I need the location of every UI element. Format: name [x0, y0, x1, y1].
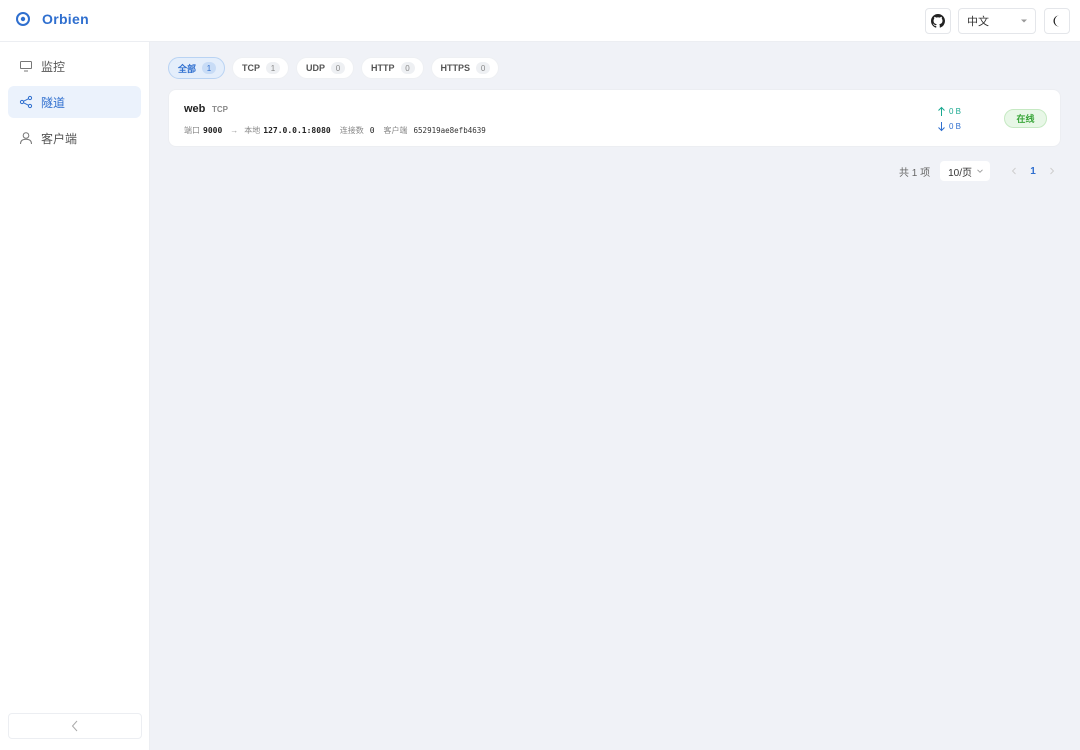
arrow-down-icon: [938, 122, 945, 132]
sidebar-item-clients[interactable]: 客户端: [8, 122, 141, 154]
sidebar-nav: 监控 隧道 客户端: [0, 42, 149, 154]
tunnel-meta: 端口 9000 → 本地 127.0.0.1:8080 连接数 0 客户端 65…: [184, 125, 486, 136]
filter-count: 0: [331, 62, 346, 74]
prev-page-button[interactable]: [1006, 161, 1022, 181]
upload-stat: 0 B: [937, 104, 961, 119]
sidebar: 监控 隧道 客户端: [0, 42, 150, 750]
chevron-left-icon: [71, 720, 78, 732]
chevron-down-icon: [977, 169, 983, 173]
sidebar-item-label: 隧道: [41, 95, 66, 110]
filter-count: 1: [202, 62, 217, 74]
theme-toggle-button[interactable]: [1044, 8, 1070, 34]
client-id: 652919ae8efb4639: [413, 126, 486, 135]
moon-icon: [1053, 15, 1059, 27]
page-number-current[interactable]: 1: [1022, 166, 1044, 177]
connections-label: 连接数: [339, 126, 364, 135]
filter-label: 全部: [178, 63, 197, 74]
share-icon: [19, 95, 33, 109]
client-label: 客户端: [383, 126, 408, 135]
language-select[interactable]: 中文: [958, 8, 1036, 34]
local-address: 127.0.0.1:8080: [263, 126, 331, 135]
page-size-select[interactable]: 10/页: [940, 161, 990, 181]
pagination: 共 1 项 10/页 1: [899, 161, 1060, 181]
protocol-filter-bar: 全部 1 TCP 1 UDP 0 HTTP 0 HTTPS 0: [168, 57, 506, 79]
chevron-right-icon: [1050, 167, 1055, 175]
tunnel-card[interactable]: web TCP 端口 9000 → 本地 127.0.0.1:8080 连接数 …: [168, 89, 1061, 147]
port-label: 端口: [184, 126, 200, 135]
status-badge: 在线: [1004, 109, 1047, 128]
filter-count: 0: [400, 62, 415, 74]
top-bar: Orbien 中文: [0, 0, 1080, 42]
sidebar-item-label: 客户端: [41, 131, 78, 146]
filter-all[interactable]: 全部 1: [168, 57, 226, 79]
top-actions: 中文: [925, 8, 1070, 34]
filter-label: UDP: [306, 63, 326, 73]
port-value: 9000: [203, 126, 223, 135]
next-page-button[interactable]: [1044, 161, 1060, 181]
arrow-right-icon: →: [230, 126, 239, 135]
filter-label: TCP: [242, 63, 261, 73]
main-content: 全部 1 TCP 1 UDP 0 HTTP 0 HTTPS 0 web TCP …: [150, 42, 1080, 750]
sidebar-item-label: 监控: [41, 59, 66, 74]
language-value: 中文: [967, 16, 989, 28]
tunnel-protocol: TCP: [212, 105, 228, 114]
github-icon: [931, 14, 945, 28]
filter-label: HTTP: [371, 63, 395, 73]
github-button[interactable]: [925, 8, 951, 34]
download-value: 0 B: [949, 122, 962, 131]
filter-count: 0: [476, 62, 491, 74]
collapse-sidebar-button[interactable]: [8, 713, 142, 739]
filter-http[interactable]: HTTP 0: [361, 57, 424, 79]
filter-label: HTTPS: [440, 63, 471, 73]
tunnel-name: web: [184, 103, 206, 115]
user-icon: [20, 132, 32, 145]
traffic-stats: 0 B 0 B: [937, 104, 961, 134]
filter-count: 1: [266, 62, 281, 74]
filter-https[interactable]: HTTPS 0: [430, 57, 500, 79]
arrow-up-icon: [938, 106, 945, 116]
filter-tcp[interactable]: TCP 1: [232, 57, 290, 79]
sidebar-item-tunnels[interactable]: 隧道: [8, 86, 141, 118]
app-name: Orbien: [42, 11, 89, 27]
download-stat: 0 B: [937, 119, 961, 134]
sidebar-item-monitor[interactable]: 监控: [8, 50, 141, 82]
monitor-icon: [20, 61, 32, 72]
local-label: 本地: [244, 126, 261, 135]
brand[interactable]: Orbien: [15, 11, 89, 27]
caret-down-icon: [1021, 19, 1027, 23]
filter-udp[interactable]: UDP 0: [296, 57, 355, 79]
pagination-total: 共 1 项: [898, 167, 931, 179]
chevron-left-icon: [1011, 167, 1016, 175]
connections-value: 0: [369, 126, 375, 135]
page-size-value: 10/页: [948, 167, 972, 179]
orbit-logo-icon: [16, 12, 30, 26]
upload-value: 0 B: [949, 107, 962, 116]
